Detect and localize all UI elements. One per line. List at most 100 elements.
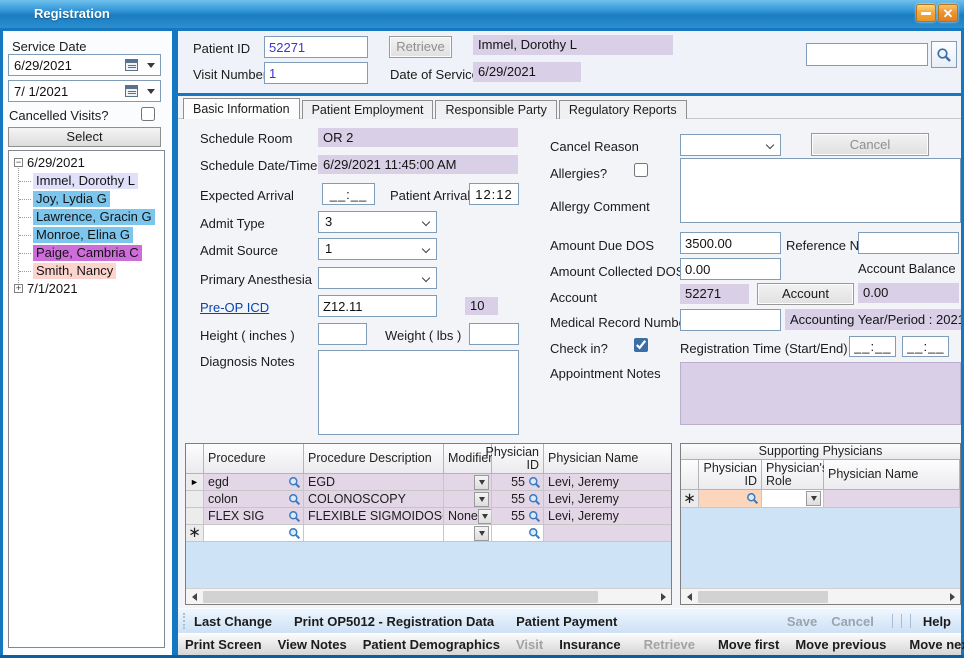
search-input[interactable] [806,43,928,66]
scrollbar-thumb[interactable] [698,591,828,603]
preop-icd-link[interactable]: Pre-OP ICD [200,300,269,315]
cancel-button[interactable]: Cancel [831,614,874,629]
supporting-scrollbar[interactable] [681,588,960,604]
patient-demographics-button[interactable]: Patient Demographics [363,637,500,652]
scroll-left-icon[interactable] [186,589,202,605]
check-in-checkbox[interactable] [634,338,648,352]
close-button[interactable]: ✕ [938,4,958,22]
procedures-scrollbar[interactable] [186,588,671,604]
registration-end-input[interactable] [902,336,949,357]
dropdown-icon[interactable] [474,492,489,507]
modifier-cell[interactable]: None [448,509,478,523]
procedure-cell[interactable]: colon [208,492,238,506]
tree-date-node[interactable]: 7/1/2021 [27,281,78,296]
amount-collected-input[interactable] [680,258,781,280]
tab-patient-employment[interactable]: Patient Employment [302,100,434,119]
lookup-icon[interactable] [746,492,759,505]
account-button[interactable]: Account [757,283,854,305]
admit-source-select[interactable]: 1 [318,238,437,260]
cancel-appointment-button[interactable]: Cancel Appointment [811,133,929,156]
lookup-icon[interactable] [528,476,541,489]
physician-id-cell[interactable]: 55 [511,492,525,506]
tab-regulatory-reports[interactable]: Regulatory Reports [559,100,687,119]
height-input[interactable] [318,323,367,345]
procedure-cell[interactable]: egd [208,475,229,489]
help-button[interactable]: Help [923,614,951,629]
column-header[interactable]: Physician ID [699,460,762,490]
patient-arrival-input[interactable] [469,183,519,205]
column-header[interactable]: Procedure [204,444,304,474]
print-screen-button[interactable]: Print Screen [185,637,262,652]
patient-id-input[interactable] [264,36,368,58]
column-header[interactable]: Physician's Role [762,460,824,490]
last-change-button[interactable]: Last Change [194,614,272,629]
column-header[interactable]: Physician Name [544,444,672,474]
cancel-reason-select[interactable] [680,134,781,156]
scroll-right-icon[interactable] [944,589,960,605]
reference-no-input[interactable] [858,232,959,254]
tab-basic-information[interactable]: Basic Information [183,98,300,119]
diagnosis-notes-textarea[interactable] [318,350,519,435]
tree-patient-item[interactable]: Smith, Nancy [33,263,116,279]
view-notes-button[interactable]: View Notes [278,637,347,652]
service-date-from-picker[interactable]: 6/29/2021 [8,54,161,76]
dropdown-icon[interactable] [478,509,492,524]
dropdown-icon[interactable] [474,475,489,490]
table-row[interactable]: colon COLONOSCOPY 55 Levi, Jeremy [186,491,672,508]
move-first-button[interactable]: Move first [718,637,779,652]
lookup-icon[interactable] [288,527,301,540]
physician-name-cell[interactable]: Levi, Jeremy [548,475,619,489]
visit-number-input[interactable] [264,62,368,84]
lookup-icon[interactable] [528,527,541,540]
table-row[interactable]: FLEX SIG FLEXIBLE SIGMOIDOSCOPY None 55 … [186,508,672,525]
search-button[interactable] [931,41,957,68]
new-row[interactable]: ∗ [186,525,672,542]
registration-start-input[interactable] [849,336,896,357]
expand-icon[interactable]: + [14,284,23,293]
cancelled-visits-checkbox[interactable] [141,107,155,121]
procedure-cell[interactable]: FLEX SIG [208,509,264,523]
column-header[interactable]: Physician Name [824,460,960,490]
physician-name-cell[interactable]: Levi, Jeremy [548,509,619,523]
dropdown-icon[interactable] [474,526,489,541]
weight-input[interactable] [469,323,519,345]
physician-id-cell[interactable]: 55 [511,475,525,489]
lookup-icon[interactable] [288,493,301,506]
physician-id-cell[interactable]: 55 [511,509,525,523]
scrollbar-thumb[interactable] [203,591,598,603]
toolbar-grip[interactable] [183,613,186,629]
service-date-to-picker[interactable]: 7/ 1/2021 [8,80,161,102]
new-row[interactable]: ∗ [681,490,960,508]
collapse-icon[interactable]: − [14,158,23,167]
retrieve-button[interactable]: Retrieve [389,36,452,58]
primary-anesthesia-select[interactable] [318,267,437,289]
allergy-comment-textarea[interactable] [680,158,961,223]
lookup-icon[interactable] [528,510,541,523]
visit-button[interactable]: Visit [516,637,543,652]
allergies-checkbox[interactable] [634,163,648,177]
tree-patient-item[interactable]: Lawrence, Gracin G [33,209,155,225]
print-registration-data-button[interactable]: Print OP5012 - Registration Data [294,614,494,629]
description-cell[interactable]: EGD [308,475,335,489]
tree-patient-item[interactable]: Immel, Dorothy L [33,173,138,189]
table-row[interactable]: ► egd EGD 55 Levi, Jeremy [186,474,672,491]
insurance-button[interactable]: Insurance [559,637,620,652]
chevron-down-icon[interactable] [147,63,155,68]
appointment-notes-textarea[interactable] [680,362,961,425]
column-header[interactable]: Physician ID [492,444,544,474]
tree-patient-item[interactable]: Joy, Lydia G [33,191,110,207]
description-cell[interactable]: COLONOSCOPY [308,492,406,506]
move-next-button[interactable]: Move next [909,637,964,652]
dropdown-icon[interactable] [806,491,821,506]
lookup-icon[interactable] [288,476,301,489]
scroll-right-icon[interactable] [655,589,671,605]
patient-payment-button[interactable]: Patient Payment [516,614,617,629]
preop-icd-input[interactable] [318,295,437,317]
tree-patient-item[interactable]: Paige, Cambria C [33,245,142,261]
select-button[interactable]: Select [8,127,161,147]
chevron-down-icon[interactable] [147,89,155,94]
description-cell[interactable]: FLEXIBLE SIGMOIDOSCOPY [308,509,444,523]
column-header[interactable]: Procedure Description [304,444,444,474]
admit-type-select[interactable]: 3 [318,211,437,233]
lookup-icon[interactable] [288,510,301,523]
